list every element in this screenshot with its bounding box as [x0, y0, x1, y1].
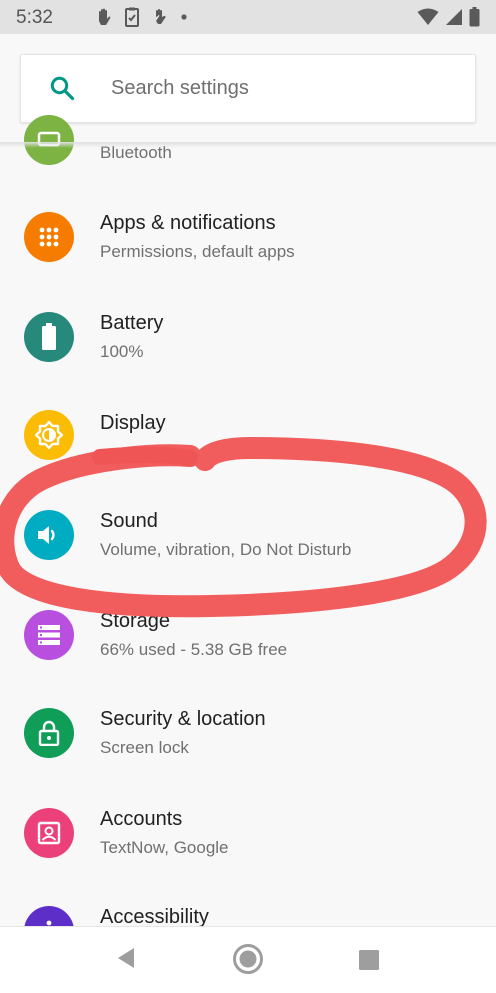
settings-item-storage[interactable]: Storage 66% used - 5.38 GB free: [0, 586, 496, 682]
accessibility-icon: [24, 906, 74, 926]
settings-item-sound[interactable]: Sound Volume, vibration, Do Not Disturb: [0, 486, 496, 582]
volume-icon: [24, 510, 74, 560]
lock-icon: [24, 708, 74, 758]
settings-item-accessibility[interactable]: Accessibility: [0, 884, 496, 926]
status-time: 5:32: [16, 7, 53, 28]
battery-icon: [469, 7, 480, 27]
settings-item-connected-devices[interactable]: Bluetooth: [0, 100, 496, 196]
home-icon[interactable]: [232, 943, 264, 975]
status-bar: 5:32: [0, 0, 496, 34]
settings-item-subtitle: Permissions, default apps: [100, 242, 295, 261]
search-input[interactable]: Search settings: [111, 77, 249, 100]
settings-item-subtitle: Screen lock: [100, 738, 189, 757]
settings-item-title: Storage: [100, 610, 171, 632]
settings-item-title: Apps & notifications: [100, 212, 276, 234]
settings-item-title: Accounts: [100, 808, 183, 830]
brightness-icon: [24, 410, 74, 460]
settings-item-title: Battery: [100, 312, 164, 334]
dot-icon: [181, 14, 187, 20]
settings-item-battery[interactable]: Battery 100%: [0, 288, 496, 384]
settings-item-subtitle: 66% used - 5.38 GB free: [100, 640, 288, 659]
search-icon: [50, 76, 75, 101]
back-icon[interactable]: [114, 945, 138, 971]
devices-icon: [24, 115, 74, 165]
hand-icon: [99, 8, 111, 25]
clipboard-icon: [125, 7, 139, 27]
settings-item-title: Sound: [100, 510, 158, 532]
settings-item-security[interactable]: Security & location Screen lock: [0, 684, 496, 780]
wifi-icon: [417, 8, 439, 25]
settings-item-subtitle: 100%: [100, 342, 144, 361]
gesture-icon: [156, 9, 166, 24]
settings-item-title: Accessibility: [100, 906, 209, 926]
settings-item-display[interactable]: Display: [0, 386, 496, 482]
search-shadow: [0, 142, 496, 148]
account-box-icon: [24, 808, 74, 858]
settings-item-title: Security & location: [100, 708, 266, 730]
storage-icon: [24, 610, 74, 660]
settings-item-apps[interactable]: Apps & notifications Permissions, defaul…: [0, 188, 496, 284]
battery-icon: [24, 312, 74, 362]
settings-item-title: Display: [100, 412, 166, 434]
settings-item-subtitle: TextNow, Google: [100, 838, 229, 857]
recents-icon[interactable]: [358, 949, 380, 971]
apps-grid-icon: [24, 212, 74, 262]
navigation-bar: [0, 926, 496, 993]
settings-item-accounts[interactable]: Accounts TextNow, Google: [0, 784, 496, 880]
settings-item-subtitle: Volume, vibration, Do Not Disturb: [100, 540, 352, 559]
signal-icon: [446, 9, 462, 25]
